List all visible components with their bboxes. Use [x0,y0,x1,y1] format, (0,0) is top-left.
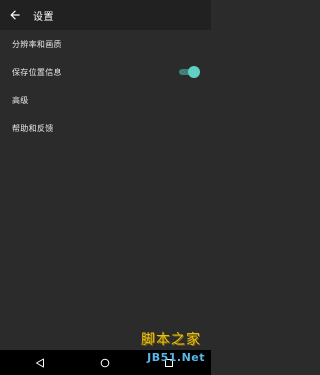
save-location-toggle[interactable] [176,65,200,79]
watermark-url: JB51.Net [147,351,205,364]
nav-back-icon [36,358,44,368]
watermark-text: 脚本之家 [141,332,201,348]
setting-save-location[interactable]: 保存位置信息 [0,58,211,86]
toggle-thumb [188,66,200,78]
nav-home-icon [100,358,110,368]
setting-label: 分辨率和画质 [12,39,62,49]
setting-resolution-quality[interactable]: 分辨率和画质 [0,30,211,58]
nav-home-button[interactable] [97,355,113,371]
arrow-left-icon [10,10,20,20]
back-button[interactable] [3,3,27,27]
setting-label: 帮助和反馈 [12,123,54,133]
setting-label: 保存位置信息 [12,67,62,77]
app-bar: 设置 [0,0,211,30]
watermark: 脚本之家 JB51.Net [119,329,205,373]
setting-label: 高级 [12,95,29,105]
nav-back-button[interactable] [32,355,48,371]
page-title: 设置 [33,11,54,23]
setting-help-feedback[interactable]: 帮助和反馈 [0,114,211,142]
setting-advanced[interactable]: 高级 [0,86,211,114]
settings-list: 分辨率和画质 保存位置信息 高级 帮助和反馈 [0,30,211,142]
